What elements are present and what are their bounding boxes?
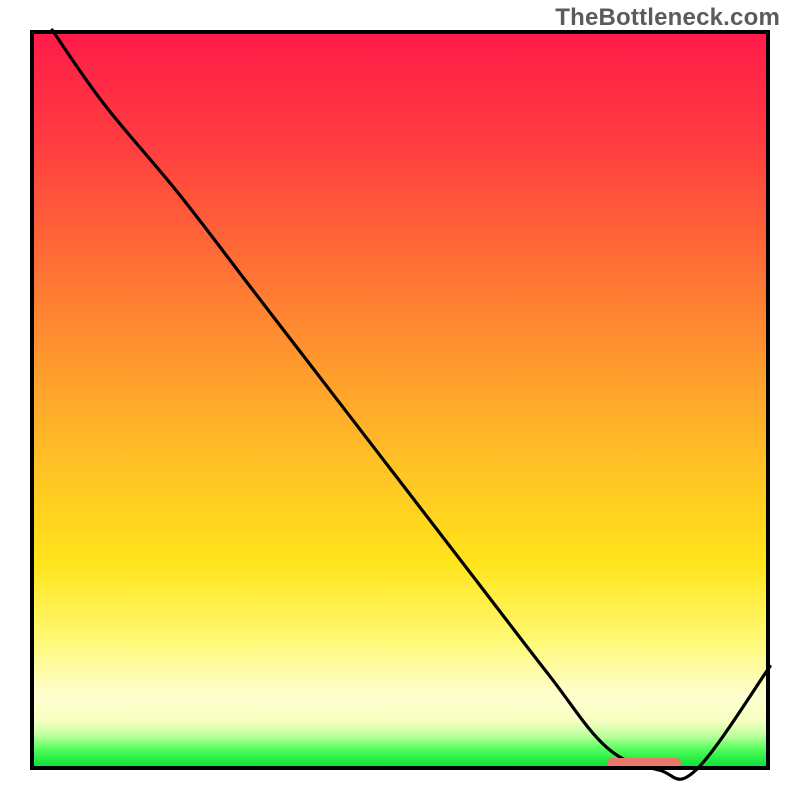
watermark-text: TheBottleneck.com bbox=[555, 4, 780, 32]
optimal-marker bbox=[607, 758, 681, 768]
bottleneck-curve bbox=[52, 30, 770, 779]
plot-area bbox=[30, 30, 770, 770]
curve-svg bbox=[30, 30, 770, 770]
chart-wrapper: TheBottleneck.com bbox=[0, 0, 800, 800]
